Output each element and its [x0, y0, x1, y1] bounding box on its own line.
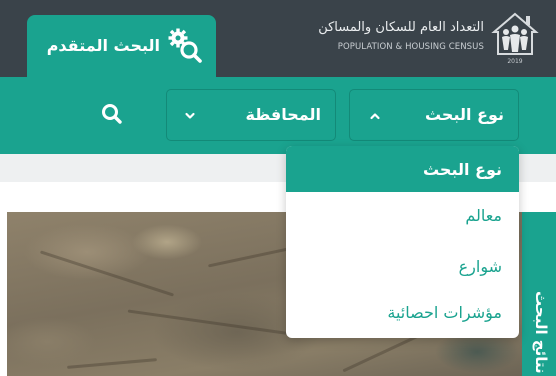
chevron-down-icon: [185, 112, 195, 119]
top-header: البحث المتقدم التعداد العام للسكان والمس…: [0, 0, 556, 77]
gears-search-icon: [168, 28, 202, 63]
logo-year: 2019: [507, 58, 522, 65]
search-type-select-label: نوع البحث: [424, 105, 504, 124]
advanced-search-tab[interactable]: البحث المتقدم: [27, 15, 216, 77]
advanced-search-label: البحث المتقدم: [46, 36, 160, 55]
brand-title-arabic: التعداد العام للسكان والمساكن: [318, 20, 484, 35]
search-type-dropdown: نوع البحث معالم شوارع مؤشرات احصائية: [286, 146, 519, 338]
governorate-select[interactable]: المحافظة: [166, 89, 336, 141]
chevron-up-icon: [370, 113, 380, 120]
dropdown-item-search-type[interactable]: نوع البحث: [286, 146, 519, 192]
search-icon[interactable]: [98, 100, 126, 128]
dropdown-item-landmarks[interactable]: معالم: [465, 206, 502, 225]
search-results-label: نتائج البحث: [532, 291, 550, 374]
governorate-select-label: المحافظة: [245, 105, 321, 124]
search-results-tab[interactable]: نتائج البحث: [522, 212, 556, 376]
dropdown-item-statistical-indicators[interactable]: مؤشرات احصائية: [387, 303, 502, 322]
dropdown-header-label: نوع البحث: [422, 160, 502, 179]
search-type-select[interactable]: نوع البحث: [349, 89, 519, 141]
census-logo: 2019: [491, 12, 539, 65]
brand-title-english: POPULATION & HOUSING CENSUS: [337, 42, 484, 52]
dropdown-item-streets[interactable]: شوارع: [459, 257, 502, 276]
